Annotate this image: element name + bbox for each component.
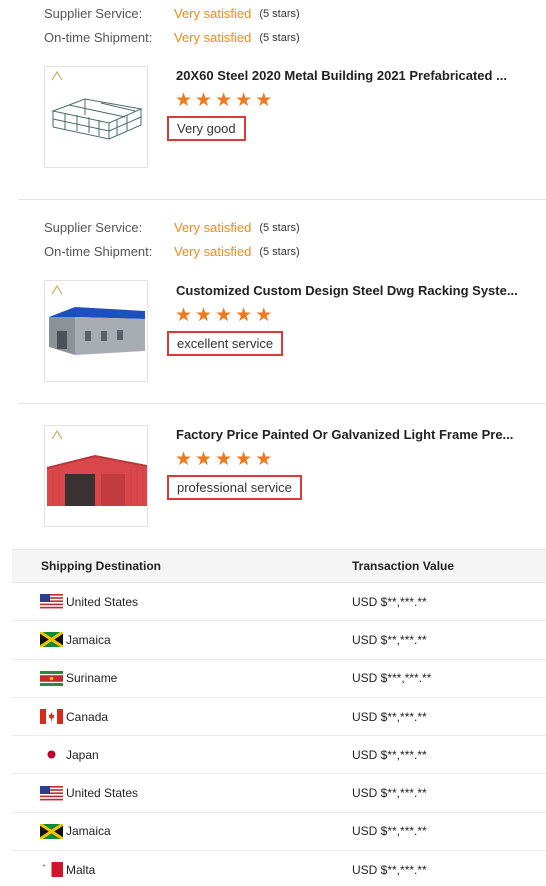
shipping-destination-header: Shipping Destination bbox=[41, 559, 161, 573]
shipment-stars: (5 stars) bbox=[259, 31, 300, 44]
product-thumbnail[interactable] bbox=[44, 425, 148, 527]
star-icon: ★ bbox=[175, 305, 193, 326]
star-icon: ★ bbox=[195, 305, 213, 326]
table-row: Canada USD $**,***.** bbox=[12, 698, 546, 737]
table-row: Jamaica USD $**,***.** bbox=[12, 621, 546, 660]
transaction-value: USD $**,***.** bbox=[352, 862, 427, 877]
star-icon: ★ bbox=[215, 305, 233, 326]
star-rating: ★ ★ ★ ★ ★ bbox=[175, 450, 272, 469]
supplier-service-rating: Supplier Service: Very satisfied (5 star… bbox=[44, 220, 300, 235]
supplier-service-stars: (5 stars) bbox=[259, 221, 300, 234]
jamaica-flag-icon bbox=[40, 632, 63, 648]
transaction-value: USD $**,***.** bbox=[352, 747, 427, 762]
blue-roof-warehouse-image bbox=[49, 307, 145, 355]
product-title[interactable]: Customized Custom Design Steel Dwg Racki… bbox=[176, 283, 521, 298]
star-rating: ★ ★ ★ ★ ★ bbox=[175, 91, 272, 110]
supplier-service-rating: Supplier Service: Very satisfied (5 star… bbox=[44, 6, 300, 21]
table-row: Japan USD $**,***.** bbox=[12, 736, 546, 775]
review-comment: excellent service bbox=[167, 331, 284, 356]
brand-logo-icon bbox=[51, 430, 63, 440]
shipment-value: Very satisfied bbox=[174, 30, 252, 45]
review-comment: Very good bbox=[167, 116, 246, 141]
transactions-table: Shipping Destination Transaction Value U… bbox=[12, 549, 546, 886]
country-name: Jamaica bbox=[66, 824, 111, 839]
transaction-value: USD $**,***.** bbox=[352, 594, 427, 609]
country-name: United States bbox=[66, 594, 139, 609]
country-name: Suriname bbox=[66, 671, 118, 686]
star-icon: ★ bbox=[255, 90, 273, 111]
suriname-flag-icon bbox=[40, 670, 63, 686]
red-steel-shed-image bbox=[46, 454, 147, 506]
divider bbox=[18, 403, 546, 404]
shipment-value: Very satisfied bbox=[174, 244, 252, 259]
review-comment: professional service bbox=[167, 475, 302, 500]
shipment-stars: (5 stars) bbox=[259, 245, 300, 258]
divider bbox=[18, 199, 546, 200]
transaction-value: USD $***,***.** bbox=[352, 671, 432, 686]
canada-flag-icon bbox=[40, 709, 63, 725]
jamaica-flag-icon bbox=[40, 823, 63, 839]
star-icon: ★ bbox=[175, 90, 193, 111]
table-body: United States USD $**,***.** Jamaica USD $*… bbox=[12, 583, 546, 886]
supplier-service-label: Supplier Service: bbox=[44, 6, 143, 21]
country-name: United States bbox=[66, 786, 139, 801]
destination-cell: Malta bbox=[40, 851, 95, 886]
transaction-value: USD $**,***.** bbox=[352, 786, 427, 801]
transaction-value: USD $**,***.** bbox=[352, 632, 427, 647]
us-flag-icon bbox=[40, 785, 63, 801]
product-title[interactable]: 20X60 Steel 2020 Metal Building 2021 Pre… bbox=[176, 68, 521, 83]
star-icon: ★ bbox=[175, 449, 193, 470]
us-flag-icon bbox=[40, 594, 63, 610]
star-icon: ★ bbox=[195, 90, 213, 111]
table-row: United States USD $**,***.** bbox=[12, 774, 546, 813]
shipment-rating: On-time Shipment: Very satisfied (5 star… bbox=[44, 30, 300, 45]
product-thumbnail[interactable] bbox=[44, 280, 148, 382]
country-name: Japan bbox=[66, 747, 99, 762]
table-row: Jamaica USD $**,***.** bbox=[12, 813, 546, 852]
destination-cell: Canada bbox=[40, 698, 108, 735]
shipment-label: On-time Shipment: bbox=[44, 244, 153, 259]
japan-flag-icon bbox=[40, 747, 63, 763]
destination-cell: Jamaica bbox=[40, 813, 111, 850]
product-title[interactable]: Factory Price Painted Or Galvanized Ligh… bbox=[176, 427, 521, 442]
transaction-value: USD $**,***.** bbox=[352, 824, 427, 839]
star-icon: ★ bbox=[255, 449, 273, 470]
star-icon: ★ bbox=[235, 449, 253, 470]
destination-cell: Jamaica bbox=[40, 621, 111, 658]
table-row: Malta USD $**,***.** bbox=[12, 851, 546, 886]
supplier-service-value: Very satisfied bbox=[174, 220, 252, 235]
transaction-value-header: Transaction Value bbox=[352, 559, 455, 573]
star-rating: ★ ★ ★ ★ ★ bbox=[175, 306, 272, 325]
table-row: Suriname USD $***,***.** bbox=[12, 660, 546, 698]
brand-logo-icon bbox=[51, 71, 63, 81]
transaction-value: USD $**,***.** bbox=[352, 709, 427, 724]
brand-logo-icon bbox=[51, 285, 63, 295]
star-icon: ★ bbox=[215, 449, 233, 470]
star-icon: ★ bbox=[235, 305, 253, 326]
table-header: Shipping Destination Transaction Value bbox=[12, 549, 546, 583]
destination-cell: Suriname bbox=[40, 660, 117, 697]
destination-cell: Japan bbox=[40, 736, 99, 773]
country-name: Jamaica bbox=[66, 632, 111, 647]
shipment-rating: On-time Shipment: Very satisfied (5 star… bbox=[44, 244, 300, 259]
star-icon: ★ bbox=[195, 449, 213, 470]
country-name: Malta bbox=[66, 862, 96, 877]
destination-cell: United States bbox=[40, 583, 138, 620]
shipment-label: On-time Shipment: bbox=[44, 30, 153, 45]
product-thumbnail[interactable] bbox=[44, 66, 148, 168]
star-icon: ★ bbox=[235, 90, 253, 111]
country-name: Canada bbox=[66, 709, 109, 724]
malta-flag-icon bbox=[40, 862, 63, 878]
star-icon: ★ bbox=[255, 305, 273, 326]
supplier-service-value: Very satisfied bbox=[174, 6, 252, 21]
steel-frame-building-image bbox=[51, 98, 143, 140]
table-row: United States USD $**,***.** bbox=[12, 583, 546, 622]
supplier-service-label: Supplier Service: bbox=[44, 220, 143, 235]
supplier-service-stars: (5 stars) bbox=[259, 7, 300, 20]
destination-cell: United States bbox=[40, 774, 138, 811]
star-icon: ★ bbox=[215, 90, 233, 111]
